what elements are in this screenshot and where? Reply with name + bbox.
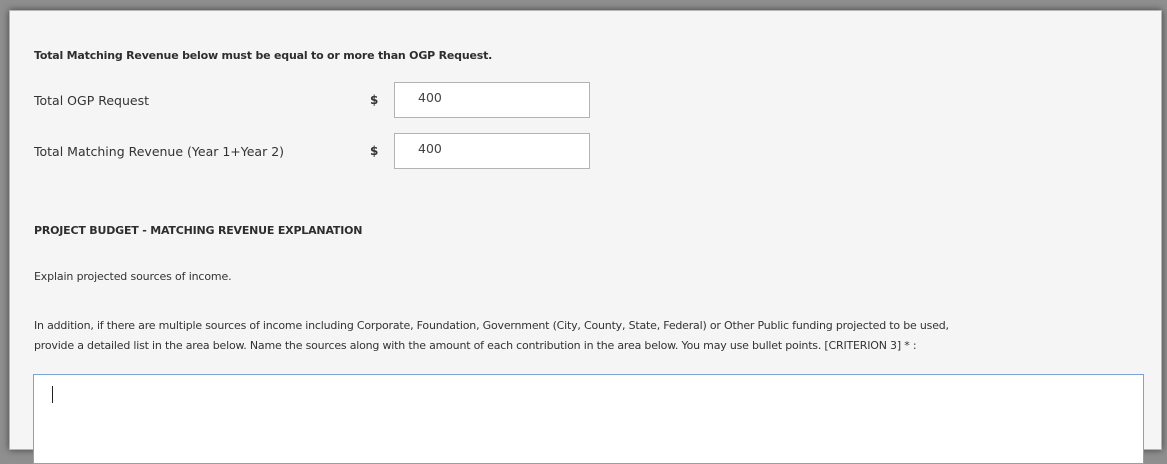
section-heading: PROJECT BUDGET - MATCHING REVENUE EXPLAN… bbox=[34, 224, 363, 237]
instructions-text: In addition, if there are multiple sourc… bbox=[34, 316, 1144, 356]
budget-form-panel: Total Matching Revenue below must be equ… bbox=[9, 10, 1162, 464]
matching-revenue-currency: $ bbox=[370, 144, 379, 158]
instructions-line-1: In addition, if there are multiple sourc… bbox=[34, 319, 949, 332]
matching-revenue-input[interactable]: 400 bbox=[394, 133, 590, 169]
explain-text: Explain projected sources of income. bbox=[34, 270, 232, 283]
ogp-request-currency: $ bbox=[370, 93, 379, 107]
instructions-line-2: provide a detailed list in the area belo… bbox=[34, 339, 917, 352]
text-caret bbox=[52, 386, 53, 403]
matching-revenue-note: Total Matching Revenue below must be equ… bbox=[34, 49, 493, 62]
ogp-request-label: Total OGP Request bbox=[34, 93, 149, 108]
matching-revenue-label: Total Matching Revenue (Year 1+Year 2) bbox=[34, 144, 285, 159]
ogp-request-input[interactable]: 400 bbox=[394, 82, 590, 118]
explanation-textarea[interactable] bbox=[33, 374, 1144, 464]
